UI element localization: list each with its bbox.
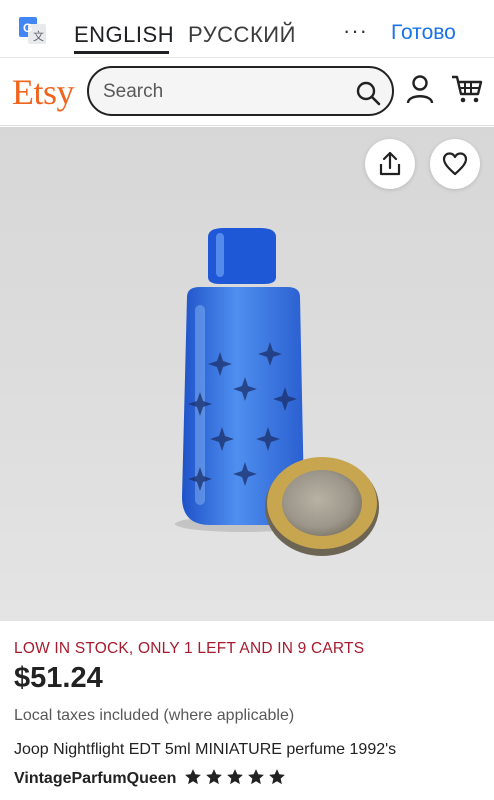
- share-button[interactable]: [365, 139, 415, 189]
- star-icon: [248, 769, 264, 785]
- search-icon[interactable]: [355, 80, 381, 106]
- account-icon[interactable]: [405, 74, 435, 104]
- svg-text:G: G: [23, 21, 32, 35]
- price: $51.24: [14, 662, 103, 694]
- product-title: Joop Nightflight EDT 5ml MINIATURE perfu…: [14, 741, 397, 758]
- star-icon: [269, 769, 285, 785]
- active-tab-indicator: [74, 51, 169, 54]
- product-image[interactable]: [0, 127, 494, 621]
- svg-text:文: 文: [33, 29, 44, 43]
- more-options-button[interactable]: ···: [343, 18, 368, 44]
- site-header: Etsy Search: [0, 58, 494, 126]
- stock-notice: LOW IN STOCK, ONLY 1 LEFT AND IN 9 CARTS: [14, 640, 365, 657]
- heart-icon: [442, 152, 468, 176]
- share-icon: [379, 151, 401, 176]
- search-input[interactable]: Search: [87, 66, 394, 116]
- perfume-bottle-photo: [175, 228, 379, 556]
- etsy-logo[interactable]: Etsy: [12, 71, 75, 113]
- rating-stars[interactable]: [184, 768, 286, 788]
- star-icon: [227, 769, 243, 785]
- star-icon: [185, 769, 201, 785]
- search-placeholder: Search: [103, 81, 164, 102]
- tab-russian[interactable]: РУССКИЙ: [188, 22, 296, 48]
- translate-bar: G 文 ENGLISH РУССКИЙ ··· Готово: [0, 0, 494, 58]
- favorite-button[interactable]: [430, 139, 480, 189]
- google-translate-icon[interactable]: G 文: [19, 17, 47, 45]
- shop-name-link[interactable]: VintageParfumQueen: [14, 770, 176, 788]
- star-icon: [206, 769, 222, 785]
- tab-english[interactable]: ENGLISH: [74, 22, 174, 48]
- tax-note: Local taxes included (where applicable): [14, 707, 295, 724]
- done-button[interactable]: Готово: [391, 21, 456, 45]
- cart-icon[interactable]: [451, 74, 483, 104]
